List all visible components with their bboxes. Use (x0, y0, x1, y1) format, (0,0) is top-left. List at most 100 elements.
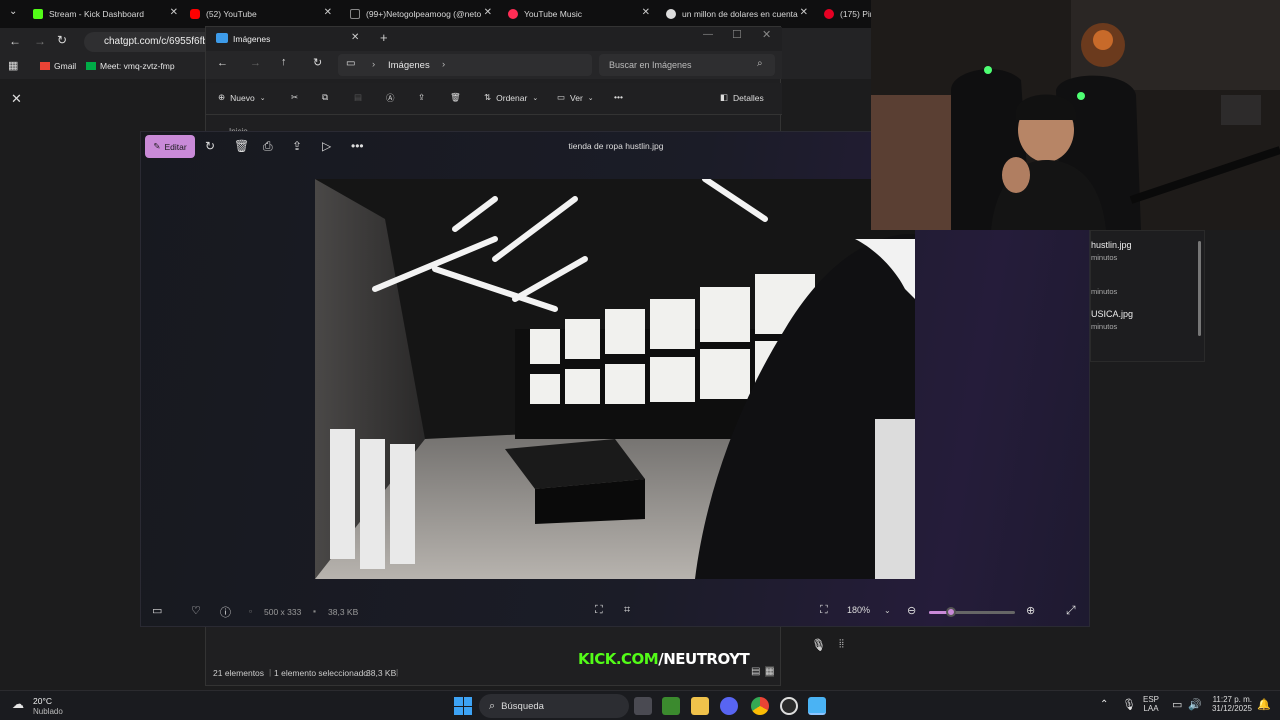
zoom-in-icon[interactable]: ⊕ (1026, 604, 1035, 617)
zoom-select[interactable]: 180% ⌄ (847, 605, 891, 615)
forward-icon[interactable]: → (250, 57, 261, 69)
zoom-slider[interactable] (929, 607, 1015, 617)
close-tab-icon[interactable]: ✕ (642, 7, 650, 18)
maximize-icon[interactable]: ☐ (732, 28, 742, 41)
image-dimensions: 500 x 333 (264, 607, 302, 617)
volume-icon[interactable]: 🔊 (1188, 698, 1202, 711)
fullscreen-icon[interactable]: ⤢ (1066, 603, 1076, 618)
network-icon[interactable]: ▭ (1172, 698, 1182, 711)
taskbar-search[interactable]: ⌕ Búsqueda (479, 694, 629, 718)
chrome-icon[interactable] (751, 697, 769, 715)
scan-text-icon[interactable]: ⌗ (624, 604, 630, 617)
scrollbar[interactable] (1198, 241, 1201, 336)
window-close-icon[interactable]: ✕ (762, 28, 771, 41)
chevron-up-icon[interactable]: ⌃ (1100, 699, 1108, 710)
clock[interactable]: 11:27 p. m. 31/12/2025 (1207, 695, 1252, 713)
close-tab-icon[interactable]: ✕ (800, 7, 808, 18)
zoom-slider-thumb[interactable] (945, 607, 956, 617)
clock-date: 31/12/2025 (1211, 704, 1252, 713)
browser-tab[interactable]: Stream - Kick Dashboard ✕ (33, 2, 178, 26)
filmstrip-icon[interactable]: ▭ (152, 604, 162, 617)
breadcrumb-item[interactable]: Imágenes (388, 60, 430, 71)
list-item[interactable]: USICA.jpg minutos (1091, 309, 1133, 331)
kick-channel: /NEUTROYT (658, 650, 750, 668)
cut-icon[interactable]: ✂ (291, 92, 298, 103)
file-explorer-icon[interactable] (691, 697, 709, 715)
new-button[interactable]: ⊕ Nuevo ⌄ (218, 92, 266, 103)
obs-icon[interactable] (780, 697, 798, 715)
chevron-right-icon: › (442, 59, 446, 70)
refresh-icon[interactable]: ↻ (313, 56, 322, 69)
crop-icon[interactable]: ⛶ (595, 604, 603, 617)
new-tab-icon[interactable]: + (380, 30, 388, 45)
file-name: hustlin.jpg (1091, 240, 1132, 250)
close-tab-icon[interactable]: ✕ (351, 32, 359, 43)
view-button[interactable]: ▭ Ver ⌄ (557, 92, 594, 103)
language-indicator[interactable]: ESP LAA (1143, 695, 1159, 713)
search-input[interactable]: Buscar en Imágenes ⌕ (599, 54, 775, 76)
close-tab-icon[interactable]: ✕ (324, 7, 332, 18)
bookmark-label: Meet: vmq-zvtz-fmp (100, 61, 175, 71)
browser-tab[interactable]: (52) YouTube ✕ (190, 2, 332, 26)
reload-icon[interactable]: ↻ (57, 33, 67, 47)
explorer-title-bar: Imágenes ✕ + — ☐ ✕ (206, 27, 782, 51)
more-options-icon[interactable]: ••• (614, 92, 623, 102)
bookmark-gmail[interactable]: Gmail (40, 61, 76, 71)
status-item-count: 21 elementos (213, 668, 265, 678)
fit-window-icon[interactable]: ⛶ (820, 604, 828, 617)
weather-widget[interactable]: ☁ 20°C Nublado (12, 695, 92, 717)
url-field[interactable]: chatgpt.com/c/6955f6fb (84, 32, 214, 52)
minecraft-icon[interactable] (662, 697, 680, 715)
sort-button-label: Ordenar (496, 92, 528, 103)
start-button[interactable] (454, 697, 472, 715)
tiles-view-icon[interactable]: ▦ (765, 666, 775, 677)
minimize-icon[interactable]: — (703, 29, 713, 40)
rename-icon[interactable]: Ⓐ (386, 92, 395, 104)
voice-waveform-icon[interactable]: ⦙⦙ (839, 638, 844, 651)
share-icon[interactable]: ⇪ (418, 92, 425, 103)
list-item[interactable]: hustlin.jpg minutos (1091, 240, 1132, 262)
pinterest-icon (824, 9, 834, 19)
clock-time: 11:27 p. m. (1212, 695, 1252, 704)
browser-tab[interactable]: YouTube Music ✕ (508, 2, 650, 26)
paste-icon[interactable]: ▤ (354, 92, 362, 103)
tab-title: Stream - Kick Dashboard (49, 9, 144, 19)
browser-tab[interactable]: (99+)Netogolpeamoog (@neto ✕ (350, 2, 492, 26)
mic-icon[interactable]: 🎙 (811, 638, 825, 651)
zoom-out-icon[interactable]: ⊖ (907, 604, 916, 617)
explorer-command-bar: ⊕ Nuevo ⌄ ✂ ⧉ ▤ Ⓐ ⇪ 🗑 ⇅ Ordenar ⌄ ▭ Ver … (206, 83, 782, 115)
browser-tab[interactable]: (175) Pin (824, 2, 872, 26)
breadcrumb[interactable]: ▭ › Imágenes › (338, 54, 592, 76)
close-tab-icon[interactable]: ✕ (170, 7, 178, 18)
sort-button[interactable]: ⇅ Ordenar ⌄ (484, 92, 538, 103)
task-view-icon[interactable] (634, 697, 652, 715)
status-size: 38,3 KB (366, 668, 397, 678)
back-icon[interactable]: ← (9, 34, 21, 48)
photos-app-icon[interactable] (808, 697, 826, 715)
tab-list-chevron-icon[interactable]: ⌄ (9, 6, 17, 17)
up-icon[interactable]: ↑ (281, 56, 287, 68)
copy-icon[interactable]: ⧉ (322, 92, 328, 103)
photo-image (315, 179, 915, 579)
delete-icon[interactable]: 🗑 (450, 92, 461, 103)
windows-icon (454, 697, 463, 706)
gmail-icon (40, 62, 50, 70)
mic-icon[interactable]: 🎙 (1122, 698, 1136, 711)
info-icon[interactable]: ⓘ (220, 604, 231, 620)
photos-bottom-bar: ▭ ♡ ⓘ ▫ 500 x 333 ▪ 38,3 KB ⛶ ⌗ ⛶ 180% ⌄… (141, 597, 1091, 627)
list-view-icon[interactable]: ▤ (751, 666, 760, 677)
kick-channel-overlay: KICK.COM/NEUTROYT (578, 650, 750, 668)
bookmark-meet[interactable]: Meet: vmq-zvtz-fmp (86, 61, 175, 71)
discord-icon[interactable] (720, 697, 738, 715)
back-icon[interactable]: ← (217, 57, 228, 69)
view-icon: ▭ (557, 92, 566, 102)
forward-icon[interactable]: → (34, 34, 46, 48)
favorite-heart-icon[interactable]: ♡ (191, 604, 201, 617)
close-icon[interactable]: ✕ (11, 91, 22, 107)
details-button[interactable]: ◧ Detalles (720, 92, 764, 103)
apps-grid-icon[interactable]: ▦ (8, 59, 18, 72)
notification-bell-icon[interactable]: 🔔 (1257, 698, 1271, 711)
close-tab-icon[interactable]: ✕ (484, 7, 492, 18)
cloudy-icon: ☁ (12, 697, 24, 711)
browser-tab[interactable]: un millon de dolares en cuenta ✕ (666, 2, 808, 26)
